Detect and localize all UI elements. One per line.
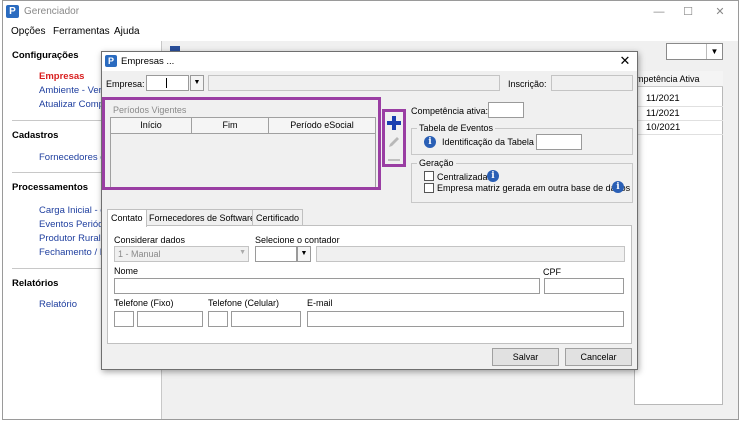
tel-fixo-ddd-field[interactable] bbox=[114, 311, 134, 327]
edit-icon[interactable] bbox=[386, 134, 402, 150]
inscricao-label: Inscrição: bbox=[508, 79, 547, 89]
app-logo-icon: P bbox=[105, 55, 117, 67]
table-cell[interactable]: 11/2021 bbox=[646, 93, 680, 104]
cpf-label: CPF bbox=[543, 267, 561, 277]
info-icon[interactable]: i bbox=[487, 170, 499, 182]
sidebar-item-empresas[interactable]: Empresas bbox=[39, 71, 84, 82]
sidebar-item-eventos[interactable]: Eventos Periódi bbox=[39, 219, 106, 230]
identificacao-label: Identificação da Tabela bbox=[442, 137, 534, 147]
dialog-title: Empresas ... bbox=[121, 56, 175, 67]
divider bbox=[634, 134, 723, 135]
maximize-icon[interactable]: ☐ bbox=[676, 4, 700, 20]
tel-cel-ddd-field[interactable] bbox=[208, 311, 228, 327]
close-icon[interactable]: ✕ bbox=[708, 4, 732, 20]
competencia-field[interactable] bbox=[488, 102, 524, 118]
geracao-title: Geração bbox=[417, 158, 456, 168]
cancelar-button[interactable]: Cancelar bbox=[565, 348, 632, 366]
info-icon[interactable]: i bbox=[612, 181, 624, 193]
table-cell[interactable]: 11/2021 bbox=[646, 108, 680, 119]
cpf-field[interactable] bbox=[544, 278, 624, 294]
competencia-label: Competência ativa: bbox=[411, 106, 489, 116]
sidebar-section-title: Configurações bbox=[12, 50, 79, 61]
email-field[interactable] bbox=[307, 311, 624, 327]
close-icon[interactable]: ✕ bbox=[617, 53, 633, 69]
inscricao-field bbox=[551, 75, 633, 91]
remove-icon[interactable] bbox=[386, 152, 402, 168]
info-icon[interactable]: i bbox=[424, 136, 436, 148]
divider bbox=[634, 106, 723, 107]
tab-contato[interactable]: Contato bbox=[107, 209, 147, 227]
sidebar-section-title: Processamentos bbox=[12, 182, 89, 193]
empresa-combo[interactable] bbox=[146, 75, 189, 91]
menu-ferramentas[interactable]: Ferramentas bbox=[53, 26, 110, 37]
chevron-down-icon: ▼ bbox=[706, 44, 722, 59]
sidebar-item-atualizar[interactable]: Atualizar Comp bbox=[39, 99, 104, 110]
table-cell[interactable]: 10/2021 bbox=[646, 122, 680, 133]
tabela-eventos-title: Tabela de Eventos bbox=[417, 123, 496, 133]
matriz-label: Empresa matriz gerada em outra base de d… bbox=[437, 183, 631, 193]
empresa-name-field bbox=[208, 75, 500, 91]
considerar-label: Considerar dados bbox=[114, 235, 186, 245]
chevron-down-icon[interactable]: ▼ bbox=[297, 246, 311, 262]
contador-name-field bbox=[316, 246, 625, 262]
add-icon[interactable] bbox=[386, 115, 402, 131]
tel-fixo-label: Telefone (Fixo) bbox=[114, 298, 174, 308]
considerar-value: 1 - Manual bbox=[118, 249, 161, 259]
periodos-highlight bbox=[102, 97, 381, 190]
sidebar-item-fornecedores[interactable]: Fornecedores d bbox=[39, 152, 106, 163]
sidebar-section-title: Cadastros bbox=[12, 130, 59, 141]
tab-fornecedores-software[interactable]: Fornecedores de Software bbox=[145, 209, 260, 226]
menu-opcoes[interactable]: Opções bbox=[11, 26, 45, 37]
identificacao-field[interactable] bbox=[536, 134, 582, 150]
menu-ajuda[interactable]: Ajuda bbox=[114, 26, 140, 37]
window-title: Gerenciador bbox=[24, 6, 80, 17]
minimize-icon[interactable]: — bbox=[647, 4, 671, 20]
grid-column-header: mpetência Ativa bbox=[634, 71, 723, 87]
tel-fixo-field[interactable] bbox=[137, 311, 203, 327]
filter-dropdown[interactable]: ▼ bbox=[666, 43, 723, 60]
menu-bar: Opções Ferramentas Ajuda bbox=[3, 23, 738, 41]
considerar-select[interactable]: 1 - Manual ▼ bbox=[114, 246, 249, 262]
sidebar-item-relatorio[interactable]: Relatório bbox=[39, 299, 77, 310]
dialog-title-bar: P Empresas ... ✕ bbox=[102, 52, 637, 71]
nome-label: Nome bbox=[114, 266, 139, 276]
centralizada-checkbox[interactable] bbox=[424, 171, 434, 181]
empresas-dialog: P Empresas ... ✕ Empresa: ▼ Inscrição: P… bbox=[101, 51, 638, 370]
sidebar-section-title: Relatórios bbox=[12, 278, 59, 289]
tel-cel-field[interactable] bbox=[231, 311, 301, 327]
app-logo-icon: P bbox=[6, 5, 19, 18]
divider bbox=[634, 120, 723, 121]
title-bar: P Gerenciador — ☐ ✕ bbox=[3, 1, 738, 23]
centralizada-label: Centralizada bbox=[437, 172, 488, 182]
matriz-checkbox[interactable] bbox=[424, 183, 434, 193]
chevron-down-icon[interactable]: ▼ bbox=[190, 75, 204, 91]
empresa-label: Empresa: bbox=[106, 79, 145, 89]
sidebar-item-fechamento[interactable]: Fechamento / R bbox=[39, 247, 107, 258]
email-label: E-mail bbox=[307, 298, 333, 308]
text-cursor bbox=[166, 78, 167, 88]
nome-field[interactable] bbox=[114, 278, 540, 294]
salvar-button[interactable]: Salvar bbox=[492, 348, 559, 366]
sidebar-item-carga-inicial[interactable]: Carga Inicial - e bbox=[39, 205, 106, 216]
tel-cel-label: Telefone (Celular) bbox=[208, 298, 280, 308]
sidebar-item-produtor-rural[interactable]: Produtor Rural bbox=[39, 233, 101, 244]
contador-select[interactable] bbox=[255, 246, 297, 262]
selecione-label: Selecione o contador bbox=[255, 235, 340, 245]
sidebar-item-ambiente[interactable]: Ambiente - Vers bbox=[39, 85, 107, 96]
chevron-down-icon: ▼ bbox=[239, 249, 246, 256]
tab-certificado[interactable]: Certificado bbox=[252, 209, 304, 226]
